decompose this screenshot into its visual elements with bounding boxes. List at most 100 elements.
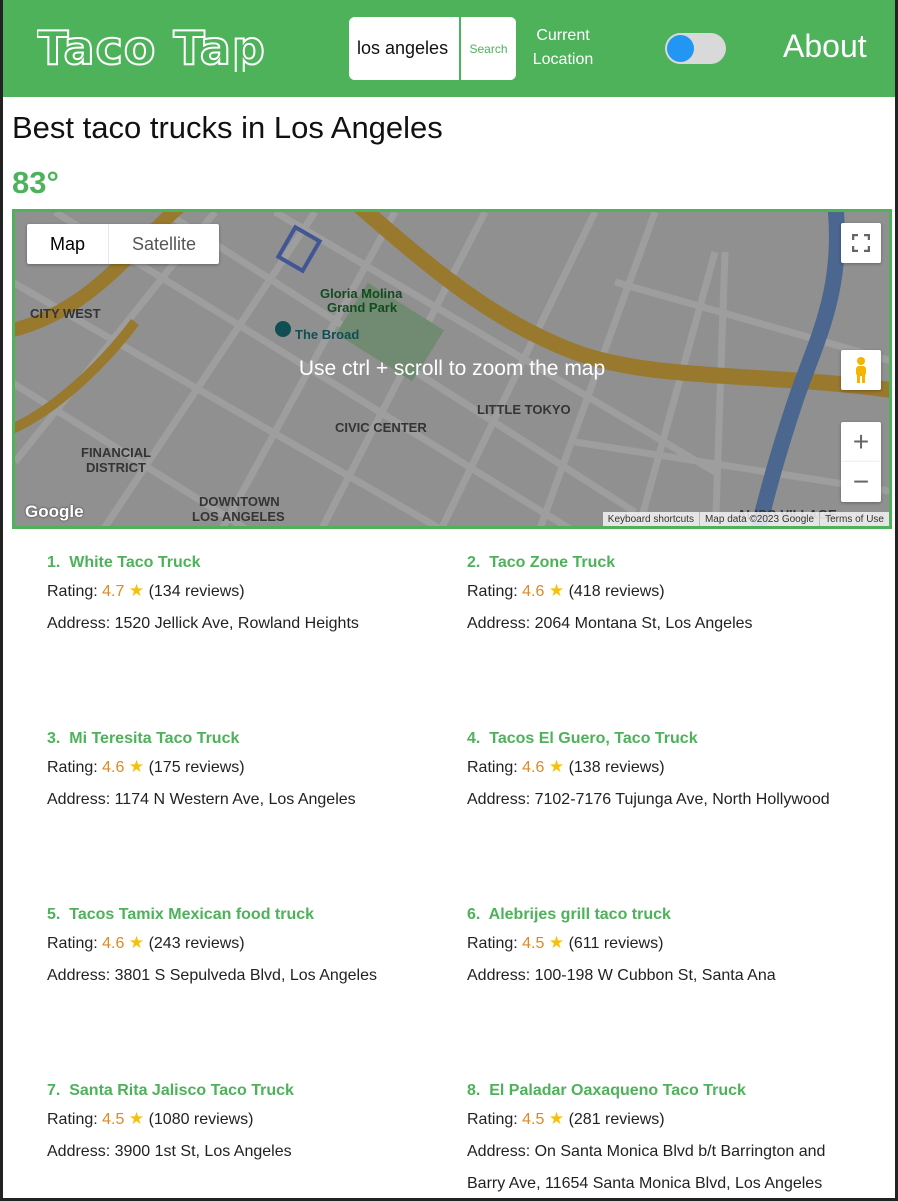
map-type-satellite-button[interactable]: Satellite xyxy=(109,224,219,264)
about-link[interactable]: About xyxy=(783,28,867,65)
truck-name: Santa Rita Jalisco Taco Truck xyxy=(69,1082,294,1099)
truck-card: 1. White Taco Truck Rating: 4.7 ★ (134 re… xyxy=(47,551,467,640)
taco-tap-logo[interactable]: Taco Tap xyxy=(37,22,297,72)
address-value: 3900 1st St, Los Angeles xyxy=(114,1143,292,1160)
rating-label: Rating: xyxy=(47,759,98,776)
keyboard-shortcuts-link[interactable]: Keyboard shortcuts xyxy=(603,512,699,526)
theme-toggle[interactable] xyxy=(665,33,726,64)
truck-rating: Rating: 4.5 ★ (611 reviews) xyxy=(467,927,847,960)
review-count: (243 reviews) xyxy=(148,935,245,952)
truck-card: 5. Tacos Tamix Mexican food truck Rating:… xyxy=(47,903,467,992)
truck-rank: 2. xyxy=(467,554,481,571)
map-attribution: Keyboard shortcuts Map data ©2023 Google… xyxy=(602,512,889,526)
search-button[interactable]: Search xyxy=(461,17,516,80)
truck-address: Address: 100-198 W Cubbon St, Santa Ana xyxy=(467,960,847,992)
truck-rank: 7. xyxy=(47,1082,61,1099)
zoom-out-button[interactable]: − xyxy=(841,462,881,502)
address-label: Address: xyxy=(47,791,111,808)
rating-value: 4.6 xyxy=(522,759,545,776)
truck-name: Taco Zone Truck xyxy=(489,554,616,571)
truck-card: 7. Santa Rita Jalisco Taco Truck Rating: … xyxy=(47,1079,467,1168)
truck-rating: Rating: 4.7 ★ (134 reviews) xyxy=(47,575,467,608)
truck-card: 4. Tacos El Guero, Taco Truck Rating: 4.6… xyxy=(467,727,847,816)
truck-name: Alebrijes grill taco truck xyxy=(488,906,671,923)
truck-address: Address: On Santa Monica Blvd b/t Barrin… xyxy=(467,1136,847,1200)
truck-name: El Paladar Oaxaqueno Taco Truck xyxy=(489,1082,746,1099)
address-label: Address: xyxy=(467,791,531,808)
truck-name-link[interactable]: 2. Taco Zone Truck xyxy=(467,551,847,575)
rating-label: Rating: xyxy=(467,1111,518,1128)
review-count: (1080 reviews) xyxy=(148,1111,254,1128)
map-type-control: Map Satellite xyxy=(27,224,220,264)
truck-rank: 1. xyxy=(47,554,61,571)
fullscreen-button[interactable] xyxy=(841,223,881,263)
temperature: 83° xyxy=(12,165,59,200)
google-logo[interactable]: Google xyxy=(25,502,84,522)
terms-of-use-link[interactable]: Terms of Use xyxy=(819,512,889,526)
star-icon: ★ xyxy=(128,581,145,600)
rating-value: 4.5 xyxy=(102,1111,125,1128)
current-location-label-line2: Location xyxy=(532,51,594,68)
rating-value: 4.6 xyxy=(522,583,545,600)
review-count: (611 reviews) xyxy=(568,935,664,952)
truck-address: Address: 1520 Jellick Ave, Rowland Heigh… xyxy=(47,608,467,640)
rating-value: 4.7 xyxy=(102,583,125,600)
current-location-button[interactable]: Current Location xyxy=(523,24,603,72)
star-icon: ★ xyxy=(128,757,145,776)
fullscreen-icon xyxy=(852,234,870,252)
search-input[interactable] xyxy=(349,17,461,80)
truck-name-link[interactable]: 8. El Paladar Oaxaqueno Taco Truck xyxy=(467,1079,847,1103)
review-count: (138 reviews) xyxy=(568,759,665,776)
truck-name: Tacos Tamix Mexican food truck xyxy=(69,906,315,923)
truck-name-link[interactable]: 3. Mi Teresita Taco Truck xyxy=(47,727,467,751)
address-label: Address: xyxy=(467,615,531,632)
truck-rank: 5. xyxy=(47,906,61,923)
zoom-in-button[interactable]: + xyxy=(841,422,881,462)
truck-name: Tacos El Guero, Taco Truck xyxy=(489,730,698,747)
truck-rating: Rating: 4.5 ★ (1080 reviews) xyxy=(47,1103,467,1136)
address-label: Address: xyxy=(467,967,531,984)
truck-rating: Rating: 4.6 ★ (243 reviews) xyxy=(47,927,467,960)
rating-value: 4.5 xyxy=(522,935,545,952)
rating-value: 4.6 xyxy=(102,759,125,776)
map-data-credit: Map data ©2023 Google xyxy=(698,512,819,526)
map-type-map-button[interactable]: Map xyxy=(27,224,110,264)
address-value: 3801 S Sepulveda Blvd, Los Angeles xyxy=(114,967,378,984)
rating-value: 4.5 xyxy=(522,1111,545,1128)
address-value: 1174 N Western Ave, Los Angeles xyxy=(114,791,356,808)
truck-name-link[interactable]: 5. Tacos Tamix Mexican food truck xyxy=(47,903,467,927)
truck-rating: Rating: 4.6 ★ (175 reviews) xyxy=(47,751,467,784)
truck-name-link[interactable]: 7. Santa Rita Jalisco Taco Truck xyxy=(47,1079,467,1103)
address-value: 2064 Montana St, Los Angeles xyxy=(534,615,753,632)
truck-name: Mi Teresita Taco Truck xyxy=(69,730,240,747)
truck-name-link[interactable]: 1. White Taco Truck xyxy=(47,551,467,575)
toggle-knob xyxy=(667,35,694,62)
street-view-pegman-button[interactable] xyxy=(841,350,881,390)
truck-address: Address: 2064 Montana St, Los Angeles xyxy=(467,608,847,640)
map[interactable]: CITY WEST FINANCIAL DISTRICT CIVIC CENTE… xyxy=(12,209,892,529)
truck-address: Address: 1174 N Western Ave, Los Angeles xyxy=(47,784,467,816)
truck-rank: 8. xyxy=(467,1082,481,1099)
address-label: Address: xyxy=(47,967,111,984)
truck-name-link[interactable]: 4. Tacos El Guero, Taco Truck xyxy=(467,727,847,751)
star-icon: ★ xyxy=(128,1109,145,1128)
address-value: 100-198 W Cubbon St, Santa Ana xyxy=(534,967,776,984)
address-label: Address: xyxy=(47,615,111,632)
truck-card: 2. Taco Zone Truck Rating: 4.6 ★ (418 rev… xyxy=(467,551,847,640)
truck-rating: Rating: 4.6 ★ (418 reviews) xyxy=(467,575,847,608)
truck-address: Address: 3900 1st St, Los Angeles xyxy=(47,1136,467,1168)
truck-card: 8. El Paladar Oaxaqueno Taco Truck Rating… xyxy=(467,1079,847,1200)
truck-rank: 4. xyxy=(467,730,481,747)
address-value: 1520 Jellick Ave, Rowland Heights xyxy=(114,615,359,632)
pegman-icon xyxy=(856,357,866,383)
truck-address: Address: 3801 S Sepulveda Blvd, Los Ange… xyxy=(47,960,467,992)
truck-card: 6. Alebrijes grill taco truck Rating: 4.5… xyxy=(467,903,847,992)
page-title: Best taco trucks in Los Angeles xyxy=(12,110,443,145)
rating-label: Rating: xyxy=(467,759,518,776)
address-label: Address: xyxy=(47,1143,111,1160)
minus-icon: − xyxy=(852,466,870,497)
current-location-label-line1: Current xyxy=(536,27,590,44)
map-zoom-hint: Use ctrl + scroll to zoom the map xyxy=(298,357,606,380)
address-value: 7102-7176 Tujunga Ave, North Hollywood xyxy=(534,791,830,808)
truck-name-link[interactable]: 6. Alebrijes grill taco truck xyxy=(467,903,847,927)
